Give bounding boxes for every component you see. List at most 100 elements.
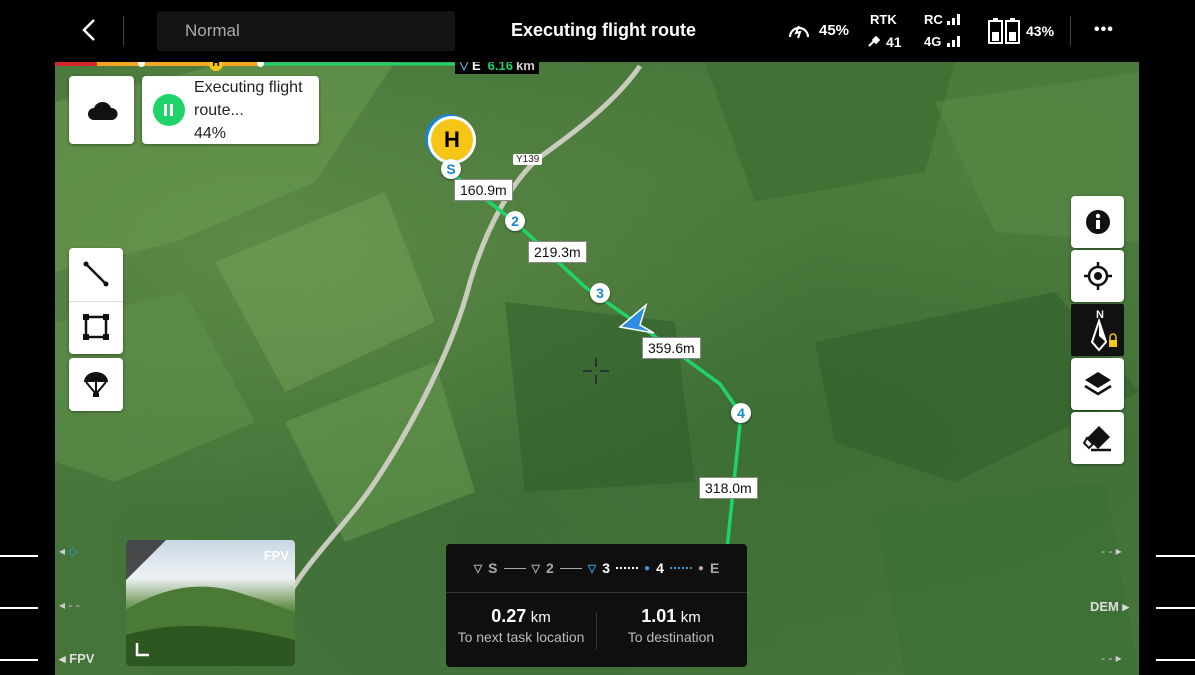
dem-indicator[interactable]: DEM ▸ — [1090, 599, 1129, 615]
map-view[interactable]: H ▽ E 6.16 km Executing flight route... … — [55, 62, 1139, 675]
segment-distance-label: 359.6m — [642, 337, 701, 359]
gimbal-indicator: ◂ ◇ — [59, 544, 78, 558]
area-tool-icon — [83, 314, 109, 340]
cloud-button[interactable] — [69, 76, 134, 144]
route-progress-bar: H — [55, 62, 455, 71]
step-triangle-icon: ▽ — [531, 562, 540, 575]
locate-icon — [1084, 262, 1112, 290]
step-connector — [669, 567, 692, 569]
step-triangle-icon: ▽ — [587, 562, 597, 575]
step-dot-icon: ● — [644, 562, 651, 574]
eraser-icon — [1083, 426, 1111, 452]
divider — [1070, 16, 1071, 46]
waypoint-3[interactable]: 3 — [590, 283, 610, 303]
end-triangle-icon: ▽ — [459, 62, 469, 72]
step-connector — [616, 567, 639, 569]
panel-divider — [446, 592, 747, 593]
fpv-label: FPV — [263, 548, 289, 563]
line-tool-icon — [83, 261, 109, 287]
segment-distance-label: 219.3m — [528, 241, 587, 263]
dest-distance-value: 1.01 — [641, 606, 677, 626]
4g-signal-icon — [946, 34, 962, 48]
route-step: E — [709, 560, 720, 576]
distance-unit: km — [515, 62, 535, 73]
rc-signal-icon — [946, 12, 962, 26]
top-bar: Normal Executing flight route 45% RTK 41… — [0, 0, 1195, 62]
compass-lock-button[interactable]: N — [1071, 304, 1124, 356]
edge-mark — [1156, 659, 1195, 661]
layers-icon — [1084, 372, 1112, 396]
step-dot-icon: ● — [697, 562, 704, 574]
diamond-icon: ◇ — [68, 544, 78, 558]
mode-selector[interactable]: Normal — [157, 11, 455, 51]
north-compass-icon: N — [1090, 309, 1117, 352]
waypoint-2[interactable]: 2 — [505, 211, 525, 231]
segment-distance-label: 160.9m — [454, 179, 513, 201]
info-button[interactable] — [1071, 196, 1124, 248]
rtk-count: 41 — [886, 34, 902, 50]
right-tick: - - ▸ — [1101, 544, 1122, 558]
divider — [123, 16, 124, 46]
route-step: S — [488, 560, 498, 576]
next-distance-unit: km — [530, 609, 551, 626]
area-measure-button[interactable] — [69, 301, 123, 354]
step-triangle-icon: ▽ — [473, 562, 483, 575]
cloud-icon — [88, 101, 118, 120]
edge-mark — [1156, 607, 1195, 609]
next-location-label: To next task location — [457, 629, 585, 645]
fpv-camera-view[interactable]: FPV — [126, 540, 295, 666]
left-fpv-indicator: ◂ FPV — [59, 651, 95, 666]
more-menu-icon[interactable]: ••• — [1094, 21, 1114, 39]
segment-distance-label: 318.0m — [699, 477, 758, 499]
satellite-icon — [868, 33, 884, 47]
right-tick: - - ▸ — [1101, 651, 1122, 665]
route-info-panel: ▽ S ▽ 2 ▽ 3 ● 4 ● E 0.27 km To next task loca… — [446, 544, 747, 667]
speed-percent: 45% — [819, 22, 850, 39]
line-measure-button[interactable] — [69, 248, 123, 302]
4g-label: 4G — [924, 34, 942, 49]
route-steps: ▽ S ▽ 2 ▽ 3 ● 4 ● E — [446, 558, 747, 578]
edge-mark — [0, 555, 38, 557]
distance-readout: ▽ E 6.16 km — [455, 62, 539, 74]
progress-done-segment — [55, 62, 97, 66]
status-percent: 44% — [194, 125, 227, 142]
battery-icon — [987, 17, 1021, 45]
back-icon[interactable] — [78, 16, 102, 44]
left-fpv-label: FPV — [69, 651, 95, 666]
status-line-1: Executing flight — [194, 79, 303, 96]
step-connector — [503, 567, 526, 569]
info-icon — [1086, 210, 1110, 234]
page-title: Executing flight route — [511, 20, 697, 40]
next-distance-value: 0.27 — [491, 606, 527, 626]
pause-button[interactable] — [153, 94, 185, 126]
speed-icon — [787, 20, 811, 42]
edge-mark — [0, 607, 38, 609]
destination-label: To destination — [627, 629, 715, 645]
rc-label: RC — [924, 12, 943, 27]
map-layers-button[interactable] — [1071, 358, 1124, 410]
end-marker: E — [472, 62, 481, 73]
waypoint-start[interactable]: S — [441, 159, 461, 179]
map-center-crosshair — [583, 358, 609, 384]
parachute-button[interactable] — [69, 358, 123, 411]
edge-mark — [0, 659, 38, 661]
progress-mid-segment — [97, 62, 257, 66]
svg-text:N: N — [1096, 309, 1104, 321]
route-step-current: 3 — [602, 560, 611, 576]
flight-status-card[interactable]: Executing flight route... 44% — [142, 76, 319, 144]
route-step: 2 — [545, 560, 554, 576]
distance-value: 6.16 — [487, 62, 513, 73]
left-tick: ◂ - - — [59, 598, 80, 612]
home-point-marker[interactable]: H — [428, 116, 476, 164]
mode-label: Normal — [185, 21, 240, 40]
waypoint-4[interactable]: 4 — [731, 403, 751, 423]
step-connector — [559, 567, 582, 569]
expand-icon[interactable] — [135, 641, 151, 657]
aircraft-icon — [618, 303, 655, 334]
locate-button[interactable] — [1071, 250, 1124, 302]
next-location-block: 0.27 km To next task location — [446, 606, 596, 645]
battery-percent: 43% — [1026, 23, 1055, 39]
pause-icon — [164, 104, 174, 116]
eraser-button[interactable] — [1071, 412, 1124, 464]
status-line-2: route... — [194, 102, 244, 119]
